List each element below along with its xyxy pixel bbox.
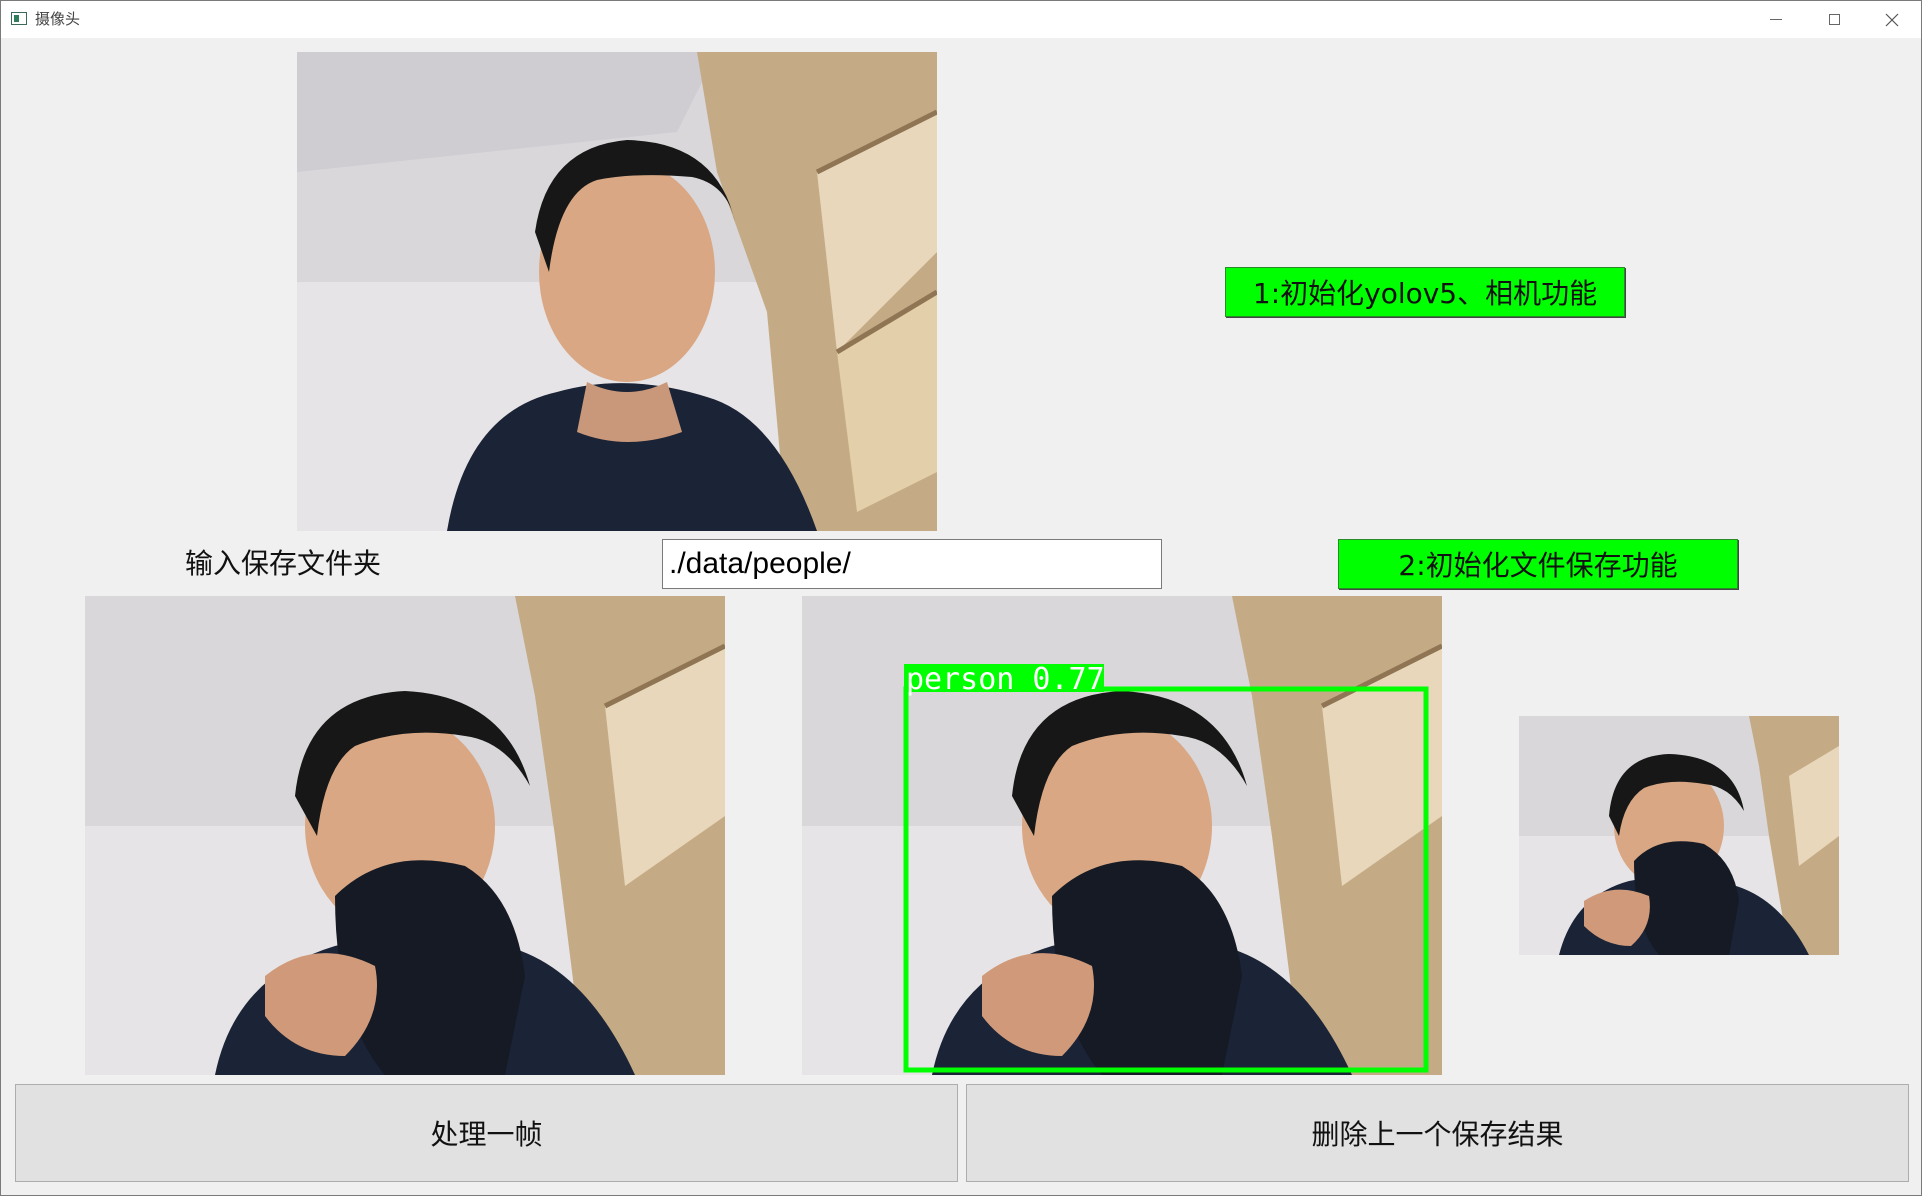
- window-title: 摄像头: [35, 10, 81, 28]
- title-bar: 摄像头: [1, 1, 1921, 38]
- close-icon: [1885, 13, 1899, 26]
- maximize-button[interactable]: [1805, 1, 1863, 38]
- init-file-save-button[interactable]: 2:初始化文件保存功能: [1338, 539, 1738, 589]
- init-yolov5-camera-button[interactable]: 1:初始化yolov5、相机功能: [1225, 267, 1625, 317]
- cropped-person-thumbnail: [1519, 716, 1839, 955]
- camera-preview-live: [297, 52, 937, 531]
- detection-label: person 0.77: [906, 662, 1105, 697]
- app-window: 摄像头 1:初始化yolov5、相机功能 2:初始化文件保存功能 输入保存文件夹…: [0, 0, 1922, 1196]
- delete-last-result-button[interactable]: 删除上一个保存结果: [966, 1084, 1909, 1182]
- captured-frame-raw: [85, 596, 725, 1075]
- save-folder-input[interactable]: [662, 539, 1162, 589]
- minimize-icon: [1770, 19, 1782, 20]
- process-frame-button[interactable]: 处理一帧: [15, 1084, 958, 1182]
- captured-frame-detection: person 0.77: [802, 596, 1442, 1075]
- save-folder-label: 输入保存文件夹: [185, 547, 382, 580]
- close-button[interactable]: [1863, 1, 1921, 38]
- app-window-icon: [11, 12, 27, 25]
- minimize-button[interactable]: [1747, 1, 1805, 38]
- maximize-icon: [1828, 14, 1840, 25]
